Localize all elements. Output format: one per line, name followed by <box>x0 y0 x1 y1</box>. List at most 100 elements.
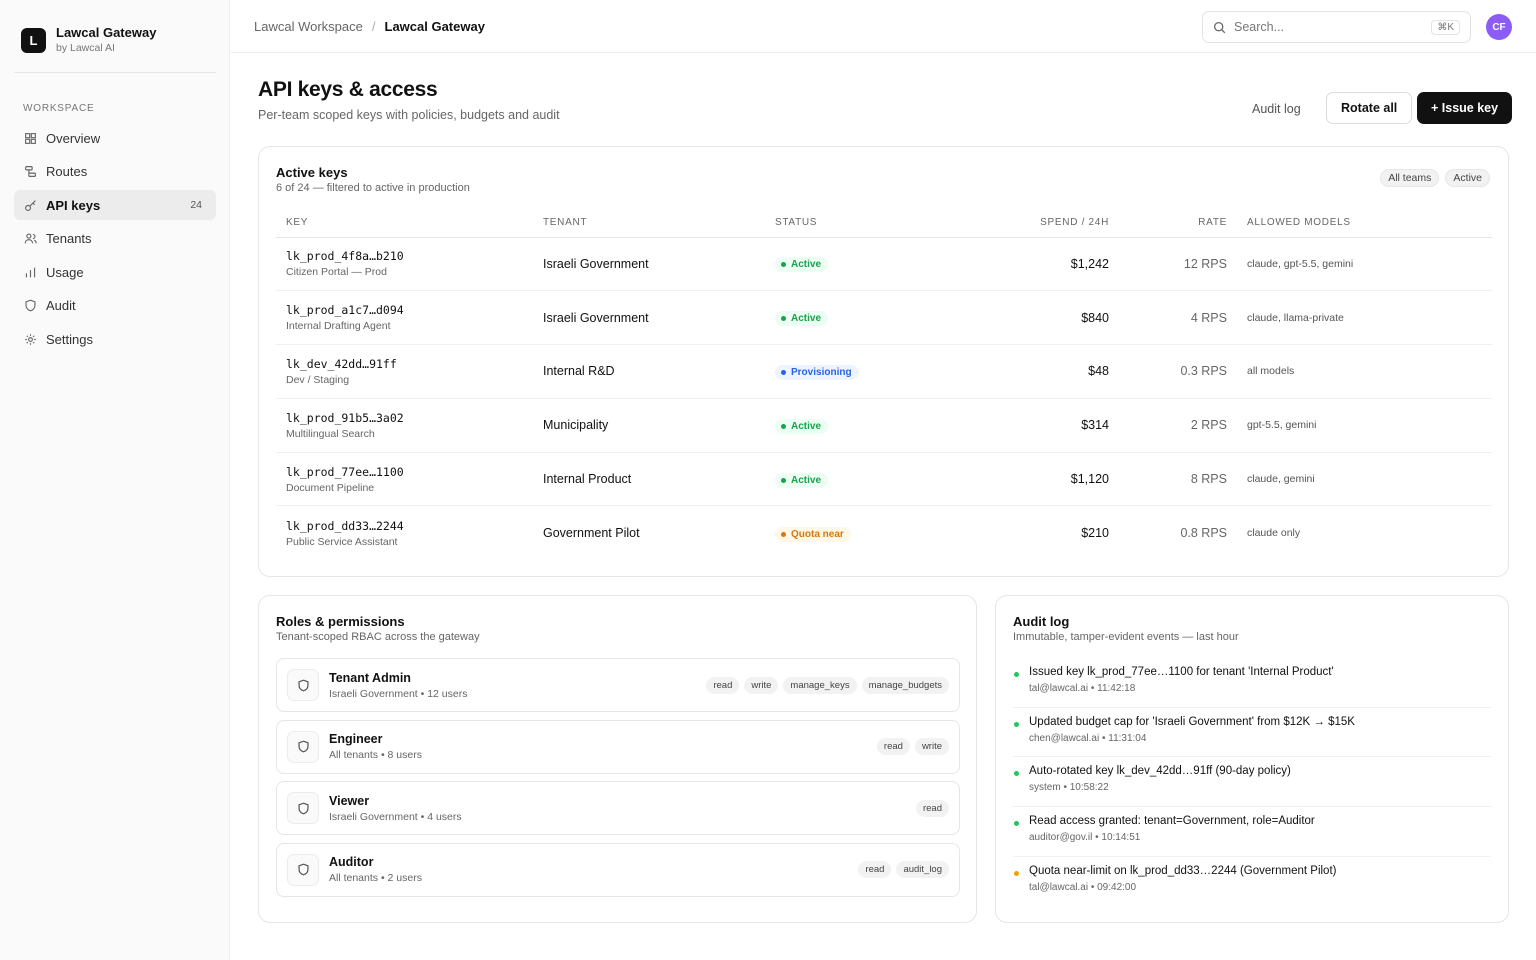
status-label: Provisioning <box>791 366 852 378</box>
rate-cell: 8 RPS <box>1119 452 1237 507</box>
audit-event[interactable]: Auto-rotated key lk_dev_42dd…91ff (90-da… <box>1013 757 1491 808</box>
table-row[interactable]: lk_dev_42dd…91ff Dev / Staging Internal R&… <box>276 344 1492 399</box>
sidebar-item-label: Audit <box>46 298 76 314</box>
status-cell: Active <box>765 452 925 507</box>
rate-cell: 12 RPS <box>1119 237 1237 292</box>
status-dot <box>781 316 786 322</box>
spend-cell: $48 <box>925 344 1119 399</box>
filter-active[interactable]: Active <box>1445 169 1490 187</box>
rotate-all-button[interactable]: Rotate all <box>1326 92 1413 124</box>
key-id[interactable]: lk_prod_4f8a…b210 <box>286 249 523 263</box>
audit-event-text: Updated budget cap for 'Israeli Governme… <box>1029 715 1355 728</box>
column-header-rate: RATE <box>1119 209 1237 238</box>
role-item[interactable]: Tenant Admin Israeli Government • 12 user… <box>276 658 960 712</box>
page-subtitle: Per-team scoped keys with policies, budg… <box>258 108 560 122</box>
status-cell: Active <box>765 237 925 292</box>
key-description: Multilingual Search <box>286 427 375 440</box>
status-badge: Quota near <box>775 526 851 542</box>
role-item[interactable]: Engineer All tenants • 8 users read write <box>276 719 960 774</box>
event-status-dot <box>1014 672 1019 677</box>
table-row[interactable]: lk_prod_77ee…1100 Document Pipeline Intern… <box>276 452 1492 507</box>
bar-chart-icon <box>23 265 37 279</box>
key-description: Dev / Staging <box>286 373 350 386</box>
event-status-dot <box>1014 771 1019 777</box>
role-meta: All tenants • 8 users <box>329 749 422 762</box>
audit-event-meta: tal@lawcal.ai • 09:42:00 <box>1029 881 1137 893</box>
sidebar-item-overview[interactable]: Overview <box>14 123 216 153</box>
key-cell: lk_dev_42dd…91ff Dev / Staging <box>276 344 533 399</box>
role-permissions: read write manage_keys manage_budgets <box>706 676 949 694</box>
table-row[interactable]: lk_prod_a1c7…d094 Internal Drafting Agent… <box>276 290 1492 346</box>
page-title: API keys & access <box>258 78 438 101</box>
column-header-status: STATUS <box>765 209 925 238</box>
column-header-allowed-models: ALLOWED MODELS <box>1237 209 1492 238</box>
table-row[interactable]: lk_prod_91b5…3a02 Multilingual Search Muni… <box>276 398 1492 453</box>
shield-icon <box>287 669 319 701</box>
topbar: Lawcal Workspace / Lawcal Gateway Search… <box>231 0 1536 53</box>
allowed-models-cell: claude, llama-private <box>1237 290 1492 346</box>
key-id[interactable]: lk_prod_a1c7…d094 <box>286 303 523 317</box>
sidebar-item-api-keys[interactable]: API keys 24 <box>14 190 216 221</box>
key-id[interactable]: lk_prod_91b5…3a02 <box>286 411 523 425</box>
shield-icon <box>287 730 319 763</box>
sidebar-item-label: Overview <box>46 130 101 146</box>
status-cell: Quota near <box>765 506 925 560</box>
routes-icon <box>23 165 37 179</box>
key-id[interactable]: lk_dev_42dd…91ff <box>286 357 523 371</box>
allowed-models-cell: all models <box>1237 344 1492 399</box>
sidebar-item-tenants[interactable]: Tenants <box>14 224 216 254</box>
sidebar-item-routes[interactable]: Routes <box>14 157 216 187</box>
role-item[interactable]: Viewer Israeli Government • 4 users read <box>276 781 960 836</box>
rate-cell: 0.8 RPS <box>1180 526 1227 541</box>
audit-event[interactable]: Read access granted: tenant=Government, … <box>1013 807 1491 857</box>
breadcrumb-workspace[interactable]: Lawcal Workspace <box>254 19 363 34</box>
permission-chip: write <box>744 676 779 694</box>
audit-log-title: Audit log <box>1013 614 1070 629</box>
status-badge: Active <box>775 418 829 434</box>
roles-list: Tenant Admin Israeli Government • 12 user… <box>276 658 960 904</box>
role-item[interactable]: Auditor All tenants • 2 users read audit_lo… <box>276 842 960 897</box>
key-description: Public Service Assistant <box>286 535 398 548</box>
sidebar-item-audit[interactable]: Audit <box>14 291 216 321</box>
status-badge: Active <box>775 472 829 488</box>
filter-all-teams[interactable]: All teams <box>1380 169 1440 187</box>
audit-event[interactable]: Issued key lk_prod_77ee…1100 for tenant … <box>1013 658 1491 708</box>
user-avatar[interactable]: CF <box>1486 14 1512 40</box>
search-input[interactable]: Search... ⌘K <box>1202 11 1471 43</box>
allowed-models-cell: gpt-5.5, gemini <box>1237 398 1492 453</box>
status-label: Active <box>791 259 822 271</box>
audit-event[interactable]: Quota near-limit on lk_prod_dd33…2244 (G… <box>1013 857 1491 907</box>
status-badge: Provisioning <box>775 364 859 380</box>
rate-cell: 0.3 RPS <box>1119 344 1237 399</box>
search-shortcut: ⌘K <box>1431 19 1460 35</box>
audit-log-button[interactable]: Audit log <box>1238 93 1315 124</box>
audit-event-meta: system • 10:58:22 <box>1029 782 1109 794</box>
table-row[interactable]: lk_prod_4f8a…b210 Citizen Portal — Prod Is… <box>276 237 1492 292</box>
sidebar-item-settings[interactable]: Settings <box>14 325 216 355</box>
sidebar-divider <box>14 72 216 73</box>
rate-cell: 2 RPS <box>1119 398 1237 453</box>
key-id[interactable]: lk_prod_77ee…1100 <box>286 465 523 479</box>
audit-event-meta: chen@lawcal.ai • 11:31:04 <box>1029 732 1147 744</box>
status-dot <box>781 477 786 483</box>
audit-event-meta: tal@lawcal.ai • 11:42:18 <box>1029 683 1136 694</box>
audit-event[interactable]: Updated budget cap for 'Israeli Governme… <box>1013 708 1491 758</box>
status-dot <box>781 262 786 268</box>
table-row[interactable]: lk_prod_dd33…2244 Public Service Assistan… <box>276 506 1492 560</box>
event-status-dot <box>1014 821 1019 827</box>
key-id[interactable]: lk_prod_dd33…2244 <box>286 519 523 533</box>
column-header-key: KEY <box>276 209 533 238</box>
shield-icon <box>23 299 37 313</box>
status-cell: Provisioning <box>765 344 925 399</box>
brand-name: Lawcal Gateway <box>56 25 157 40</box>
audit-log-card: Audit log Immutable, tamper-evident even… <box>995 595 1509 923</box>
brand[interactable]: L Lawcal Gateway by Lawcal AI <box>21 25 156 55</box>
tenant-cell: Israeli Government <box>533 290 765 346</box>
audit-log-subtitle: Immutable, tamper-evident events — last … <box>1013 631 1239 643</box>
sidebar-item-usage[interactable]: Usage <box>14 257 216 287</box>
permission-chip: write <box>914 738 949 756</box>
audit-event-list: Issued key lk_prod_77ee…1100 for tenant … <box>1013 658 1491 906</box>
users-icon <box>23 232 37 246</box>
issue-key-button[interactable]: + Issue key <box>1417 92 1513 124</box>
breadcrumb-current: Lawcal Gateway <box>384 19 485 34</box>
